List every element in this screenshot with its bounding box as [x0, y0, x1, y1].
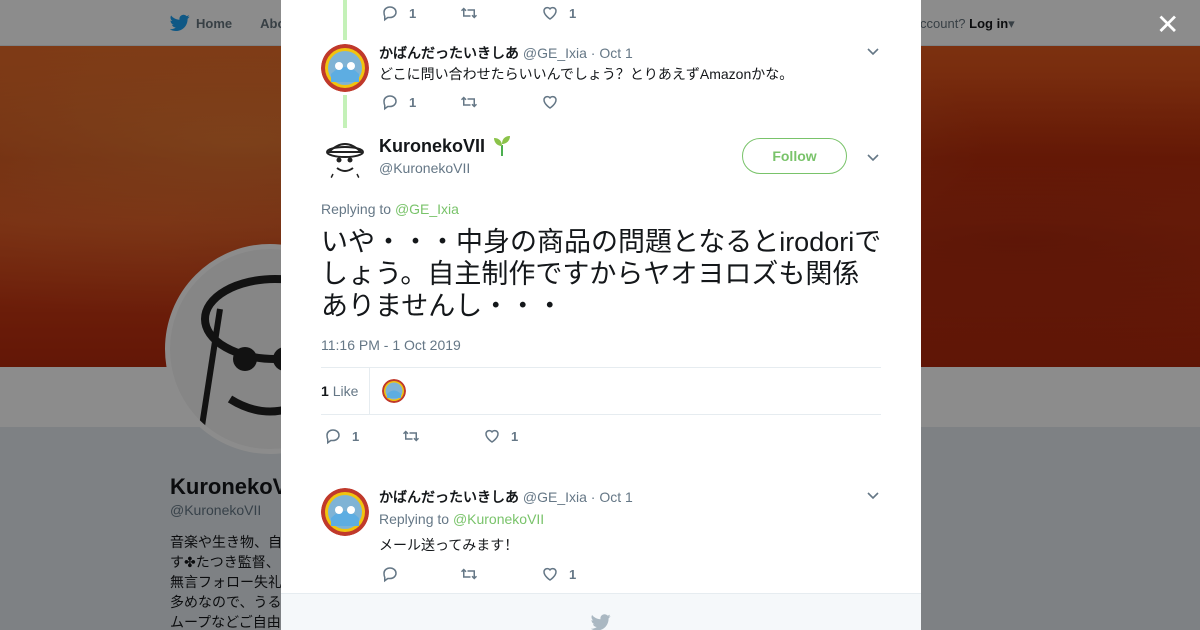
like-button[interactable]: [541, 93, 559, 111]
like-button[interactable]: 1: [541, 565, 576, 583]
like-count: 1: [569, 566, 577, 582]
user-avatar[interactable]: [321, 134, 369, 182]
tweet-time[interactable]: · Oct 1: [591, 489, 633, 505]
reply-icon: [383, 567, 397, 583]
reply-icon: [326, 429, 340, 445]
replying-to: Replying to @GE_Ixia: [321, 201, 459, 217]
follow-button[interactable]: Follow: [742, 138, 847, 174]
user-avatar[interactable]: [321, 488, 369, 536]
tweet-header: かばんだったいきしあ @GE_Ixia · Oct 1: [379, 487, 633, 507]
retweet-icon: [460, 96, 478, 108]
thread-connector: [343, 0, 347, 40]
author-name[interactable]: KuronekoVII: [379, 136, 485, 157]
reply-icon: [383, 6, 397, 22]
replying-to-link[interactable]: @GE_Ixia: [395, 201, 459, 217]
reply-button[interactable]: [381, 565, 399, 583]
replying-to-label: Replying to: [321, 201, 392, 217]
tweet-text: どこに問い合わせたらいいんでしょう？とりあえずAmazonかな。: [379, 66, 794, 82]
thread-connector: [343, 95, 347, 128]
likes-count: 1: [321, 383, 329, 399]
chevron-down-icon[interactable]: [866, 44, 880, 58]
tweet-text: メール送ってみます！: [379, 537, 519, 553]
retweet-icon: [460, 568, 478, 580]
reply-button[interactable]: 1: [324, 427, 359, 445]
likes-stat[interactable]: 1 Like: [321, 383, 358, 399]
retweet-button[interactable]: [402, 427, 420, 445]
stats-divider: [369, 368, 370, 414]
reply-count: 1: [409, 5, 417, 21]
chevron-down-icon[interactable]: [866, 488, 880, 502]
heart-icon: [543, 567, 557, 581]
like-count: 1: [511, 428, 519, 444]
reply-button[interactable]: 1: [381, 4, 416, 22]
reply-button[interactable]: 1: [381, 93, 416, 111]
heart-icon: [485, 429, 499, 443]
tweet-time[interactable]: · Oct 1: [591, 45, 633, 61]
like-button[interactable]: 1: [483, 427, 518, 445]
retweet-button[interactable]: [460, 4, 478, 22]
tweet-stats: 1 Like: [321, 367, 881, 415]
liker-avatar[interactable]: [382, 379, 406, 403]
replying-to-label: Replying to: [379, 511, 450, 527]
heart-icon: [543, 6, 557, 20]
sprout-icon: [494, 136, 511, 156]
like-button[interactable]: 1: [541, 4, 576, 22]
author-name[interactable]: かばんだったいきしあ: [379, 45, 519, 61]
close-icon[interactable]: ✕: [1156, 11, 1179, 39]
modal-footer: [281, 593, 921, 630]
retweet-button[interactable]: [460, 565, 478, 583]
user-avatar[interactable]: [321, 44, 369, 92]
reply-icon: [383, 95, 397, 111]
retweet-icon: [460, 7, 478, 19]
reply-count: 1: [409, 94, 417, 110]
reply-count: 1: [352, 428, 360, 444]
replying-to-link[interactable]: @KuronekoVII: [453, 511, 544, 527]
heart-icon: [543, 95, 557, 109]
likes-label: Like: [332, 383, 359, 399]
tweet-header: かばんだったいきしあ @GE_Ixia · Oct 1: [379, 43, 633, 63]
tweet-text: いや・・・中身の商品の問題となるとirodoriでしょう。自主制作ですからヤオヨ…: [321, 227, 882, 321]
author-name[interactable]: かばんだったいきしあ: [379, 489, 519, 505]
author-handle[interactable]: @KuronekoVII: [379, 160, 470, 176]
author-handle[interactable]: @GE_Ixia: [523, 45, 587, 61]
retweet-button[interactable]: [460, 93, 478, 111]
tweet-modal: 1 1 かばんだったいきしあ @GE_Ixia · Oct 1 どこに問い合わせ…: [281, 0, 921, 630]
like-count: 1: [569, 5, 577, 21]
tweet-timestamp[interactable]: 11:16 PM - 1 Oct 2019: [321, 337, 461, 353]
main-author-name[interactable]: KuronekoVII: [379, 135, 513, 157]
retweet-icon: [402, 430, 420, 442]
replying-to: Replying to @KuronekoVII: [379, 511, 544, 527]
chevron-down-icon[interactable]: [866, 150, 880, 164]
twitter-bird-icon[interactable]: [591, 614, 611, 630]
author-handle[interactable]: @GE_Ixia: [523, 489, 587, 505]
